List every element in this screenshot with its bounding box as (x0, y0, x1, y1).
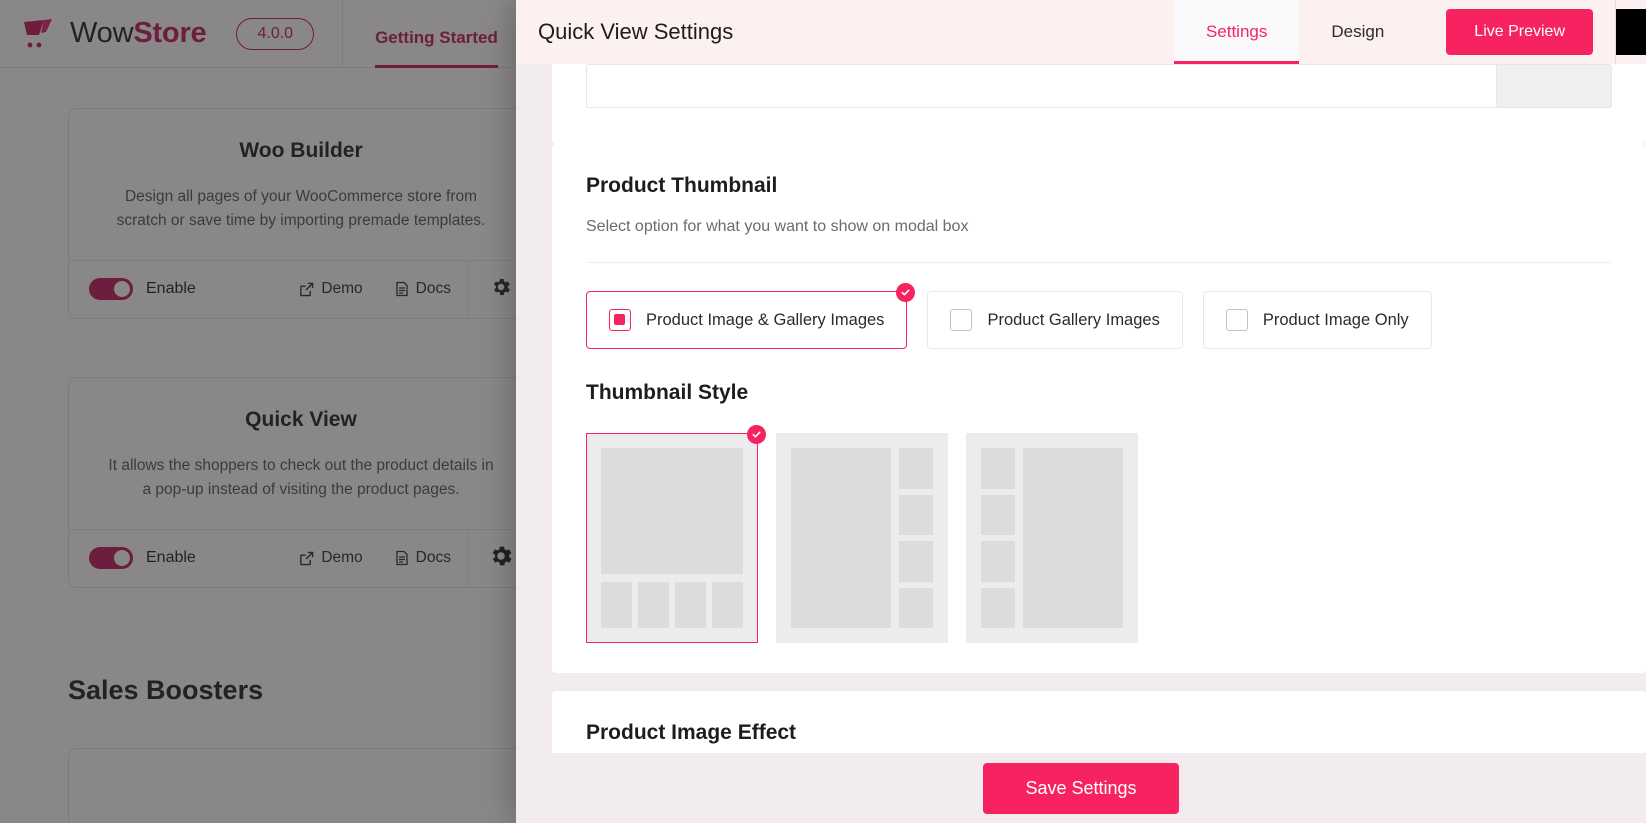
option-product-image-and-gallery[interactable]: Product Image & Gallery Images (586, 291, 907, 349)
option-product-gallery-images[interactable]: Product Gallery Images (927, 291, 1182, 349)
clipped-text-input[interactable] (586, 64, 1496, 108)
product-image-effect-title: Product Image Effect (586, 721, 1612, 745)
preview-thumbnails (899, 448, 933, 628)
product-thumbnail-subtitle: Select option for what you want to show … (586, 218, 1612, 236)
modal-body[interactable]: Product Thumbnail Select option for what… (516, 64, 1646, 823)
option-label: Product Gallery Images (987, 311, 1159, 330)
tab-design[interactable]: Design (1299, 0, 1416, 64)
preview-main-image (791, 448, 891, 628)
preview-thumb (981, 588, 1015, 629)
checkbox-icon (1226, 309, 1248, 331)
modal-header: Quick View Settings Settings Design Live… (516, 0, 1646, 64)
panel-clipped-top (552, 64, 1646, 144)
preview-main-image (601, 448, 743, 574)
preview-thumb (899, 448, 933, 489)
preview-thumbnails (601, 582, 743, 628)
checkbox-icon (609, 309, 631, 331)
product-thumbnail-title: Product Thumbnail (586, 174, 1612, 198)
settings-scroll-area[interactable]: Product Thumbnail Select option for what… (516, 144, 1646, 823)
clipped-browse-button[interactable] (1496, 64, 1612, 108)
preview-thumbnails (981, 448, 1015, 628)
tab-settings[interactable]: Settings (1174, 0, 1299, 64)
preview-thumb (899, 541, 933, 582)
modal-tabs: Settings Design (1174, 0, 1416, 64)
preview-main-image (1023, 448, 1123, 628)
live-preview-button[interactable]: Live Preview (1446, 9, 1593, 55)
modal-footer: Save Settings (516, 753, 1646, 823)
preview-thumb (899, 495, 933, 536)
preview-thumb (981, 495, 1015, 536)
layout-preview-left-thumbnails (981, 448, 1123, 628)
quick-view-settings-modal: Quick View Settings Settings Design Live… (516, 0, 1646, 823)
option-label: Product Image & Gallery Images (646, 311, 884, 330)
product-thumbnail-options: Product Image & Gallery Images Product G… (586, 291, 1612, 349)
app-root: WowStore 4.0.0 Getting Started W Woo Bui… (0, 0, 1646, 823)
layout-preview-bottom-thumbnails (601, 448, 743, 628)
layout-preview-right-thumbnails (791, 448, 933, 628)
preview-thumb (899, 588, 933, 629)
clipped-field-row (552, 64, 1646, 108)
modal-title: Quick View Settings (516, 0, 733, 64)
panel-product-thumbnail-inner: Product Thumbnail Select option for what… (552, 144, 1646, 673)
option-label: Product Image Only (1263, 311, 1409, 330)
preview-thumb (981, 448, 1015, 489)
style-option-right-thumbnails[interactable] (776, 433, 948, 643)
preview-thumb (638, 582, 669, 628)
divider (586, 262, 1612, 263)
option-product-image-only[interactable]: Product Image Only (1203, 291, 1432, 349)
preview-thumb (675, 582, 706, 628)
save-settings-button[interactable]: Save Settings (983, 763, 1178, 814)
checkbox-icon (950, 309, 972, 331)
preview-thumb (981, 541, 1015, 582)
close-icon[interactable] (1616, 9, 1646, 55)
thumbnail-style-title: Thumbnail Style (586, 381, 1612, 405)
preview-thumb (712, 582, 743, 628)
check-circle-icon (747, 425, 766, 444)
preview-thumb (601, 582, 632, 628)
thumbnail-style-options (586, 433, 1612, 643)
style-option-left-thumbnails[interactable] (966, 433, 1138, 643)
panel-product-thumbnail: Product Thumbnail Select option for what… (552, 144, 1646, 673)
check-circle-icon (896, 283, 915, 302)
style-option-bottom-thumbnails[interactable] (586, 433, 758, 643)
